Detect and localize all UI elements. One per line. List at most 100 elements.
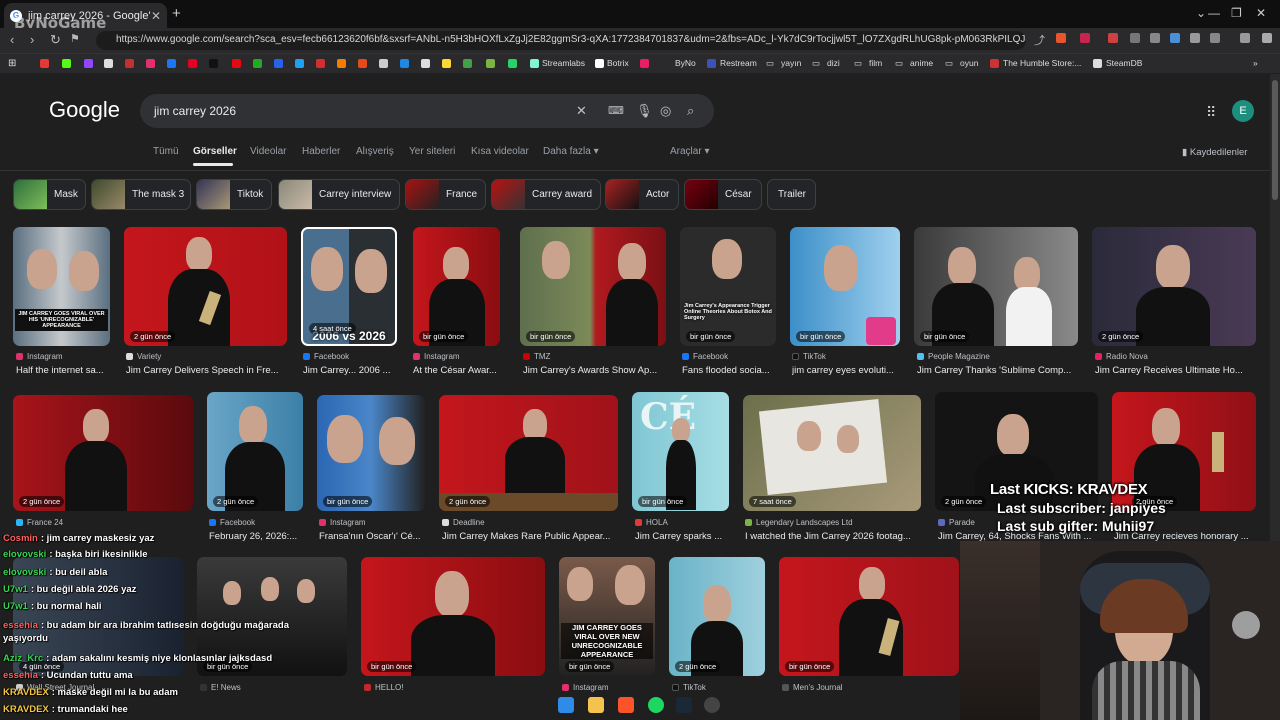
tab-news[interactable]: Haberler [302,146,340,157]
twitch-icon[interactable] [84,59,93,68]
image-source[interactable]: People Magazine [917,352,1077,361]
bookmark-folder-yayin[interactable]: yayın [781,58,801,68]
bookmark-folder-film[interactable]: film [869,58,882,68]
maximize-button[interactable]: ❐ [1231,6,1242,20]
image-source[interactable]: Instagram [319,518,425,527]
bookmark-restream[interactable]: Restream [720,58,757,68]
url-bar[interactable]: https://www.google.com/search?sca_esv=fe… [96,31,1026,50]
image-result[interactable]: 2 gün önce [13,395,193,511]
tiktok-icon[interactable] [209,59,218,68]
image-result[interactable]: 7 saat önce [743,395,921,511]
pinterest-icon[interactable] [188,59,197,68]
kick-icon[interactable] [62,59,71,68]
lens-icon[interactable]: ◎ [660,103,671,119]
minimize-button[interactable]: — [1208,6,1220,20]
chip-france[interactable]: France [405,179,486,210]
bookmark-folder-dizi[interactable]: dizi [827,58,840,68]
image-caption[interactable]: Jim Carrey Delivers Speech in Fre... [126,365,286,376]
tab-short-videos[interactable]: Kısa videolar [471,146,529,157]
image-caption[interactable]: Fans flooded socia... [682,365,776,376]
clear-icon[interactable]: ✕ [576,103,587,119]
forward-icon[interactable]: › [30,32,34,47]
extension-icon[interactable] [1108,33,1118,43]
menu-icon[interactable] [1262,33,1272,43]
image-result[interactable]: bir gün önce [361,557,545,676]
bookmark-site-icon[interactable] [463,59,472,68]
search-box[interactable]: jim carrey 2026 ✕ ⌨ 🎙 ◎ ⌕ [140,94,714,128]
bookmark-site-icon[interactable] [486,59,495,68]
chip-carrey-award[interactable]: Carrey award [491,179,601,210]
image-source[interactable]: HELLO! [364,683,524,692]
sidebar-icon[interactable] [1210,33,1220,43]
bookmark-folder-oyun[interactable]: oyun [960,58,978,68]
bookmark-steamdb[interactable]: SteamDB [1106,58,1142,68]
tools-button[interactable]: Araçlar ▾ [670,146,710,157]
image-result[interactable]: Jim Carrey's Appearance Trigger Online T… [680,227,776,346]
chip-tiktok[interactable]: Tiktok [196,179,272,210]
extension-icon[interactable] [1130,33,1140,43]
netflix-icon[interactable] [232,59,241,68]
bookmark-site-icon[interactable] [421,59,430,68]
tab-web[interactable]: Yer siteleri [409,146,455,157]
facebook-icon[interactable] [167,59,176,68]
image-source[interactable]: Instagram [413,352,503,361]
botrix-icon[interactable] [595,59,604,68]
file-explorer-icon[interactable] [588,697,604,713]
search-icon[interactable]: ⌕ [687,103,694,119]
bookmark-botrix[interactable]: Botrix [607,58,629,68]
image-result[interactable]: bir gün önce [790,227,900,346]
bookmark-streamlabs[interactable]: Streamlabs [542,58,585,68]
steamdb-icon[interactable] [1093,59,1102,68]
back-icon[interactable]: ‹ [10,32,14,47]
chip-trailer[interactable]: Trailer [767,179,816,210]
scrollbar-thumb[interactable] [1272,80,1278,200]
humble-icon[interactable] [990,59,999,68]
image-source[interactable]: Instagram [562,683,658,692]
image-result[interactable]: bir gün önce [413,227,500,346]
x-icon[interactable] [104,59,113,68]
image-source[interactable]: Legendary Landscapes Ltd [745,518,923,527]
google-logo[interactable]: Google [49,97,120,123]
image-source[interactable]: TMZ [523,352,663,361]
more-bookmarks-icon[interactable]: » [1253,58,1258,68]
chip-mask[interactable]: Mask [13,179,86,210]
image-source[interactable]: Deadline [442,518,618,527]
share-icon[interactable]: ⤴ [1034,32,1045,48]
image-result[interactable]: bir gün önce [317,395,425,511]
close-tab-icon[interactable]: ✕ [151,9,161,23]
spotify-icon[interactable] [648,697,664,713]
image-result[interactable]: 2 gün önce [439,395,618,511]
bookmark-folder-anime[interactable]: anime [910,58,933,68]
image-caption[interactable]: I watched the Jim Carrey 2026 footag... [745,531,923,542]
bookmark-humble-store[interactable]: The Humble Store:... [1003,58,1081,68]
bookmark-icon[interactable]: ⚑ [70,32,80,45]
bookmark-site-icon[interactable] [316,59,325,68]
tab-search-icon[interactable]: ⌄ [1196,6,1206,20]
keyboard-icon[interactable]: ⌨ [608,104,624,117]
brave-browser-icon[interactable] [618,697,634,713]
chip-actor[interactable]: Actor [605,179,679,210]
tab-images[interactable]: Görseller [193,146,237,157]
restream-icon[interactable] [707,59,716,68]
obs-icon[interactable] [704,697,720,713]
bookmark-site-icon[interactable] [253,59,262,68]
image-result[interactable]: CÉ bir gün önce [632,392,729,511]
image-source[interactable]: Men's Journal [782,683,952,692]
image-result-selected[interactable]: 2006 vs 2026 4 saat önce [301,227,397,346]
image-source[interactable]: TikTok [792,352,900,361]
image-caption[interactable]: Jim Carrey sparks ... [635,531,731,542]
image-result[interactable]: bir gün önce [914,227,1078,346]
image-caption[interactable]: Jim Carrey Receives Ultimate Ho... [1095,365,1255,376]
microphone-icon[interactable]: 🎙 [636,103,653,119]
image-result[interactable]: 2 gün önce [1092,227,1256,346]
image-source[interactable]: TikTok [672,683,768,692]
image-source[interactable]: Facebook [682,352,776,361]
image-result[interactable]: JIM CARREY GOES VIRAL OVER HIS 'UNRECOGN… [13,227,110,346]
apps-grid-icon[interactable]: ⊞ [8,58,16,69]
image-source[interactable]: Variety [126,352,286,361]
instagram-icon[interactable] [146,59,155,68]
search-input[interactable]: jim carrey 2026 [154,104,236,118]
image-caption[interactable]: Jim Carrey Thanks 'Sublime Comp... [917,365,1077,376]
reload-icon[interactable]: ↻ [50,32,61,48]
image-result[interactable]: 2 gün önce [124,227,287,346]
